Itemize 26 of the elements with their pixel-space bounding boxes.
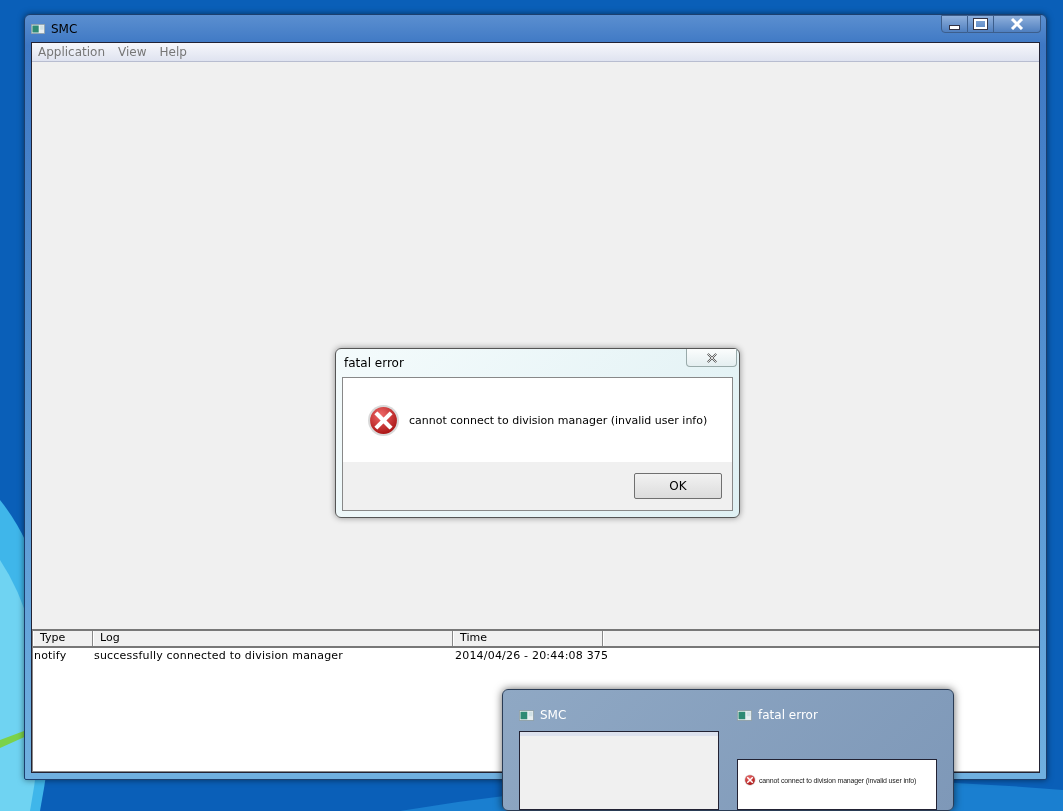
column-header[interactable]: Type (33, 631, 93, 646)
error-icon (367, 403, 400, 437)
error-icon (744, 774, 756, 786)
dialog-message: cannot connect to division manager (invalid user info) (409, 413, 708, 427)
window-icon (31, 23, 45, 34)
column-header[interactable]: Time (453, 631, 603, 646)
ok-button[interactable]: OK (634, 473, 722, 499)
close-button[interactable] (686, 349, 737, 367)
thumbnail-title: fatal error (758, 708, 818, 722)
close-button[interactable] (994, 15, 1041, 33)
table-cell-text: notify (33, 648, 68, 663)
window-icon (737, 709, 752, 721)
window-title: SMC (51, 21, 79, 36)
minimize-button[interactable] (941, 15, 968, 33)
menu-item[interactable]: View (118, 45, 154, 59)
table-cell-text: successfully connected to division manager (93, 648, 345, 663)
window-thumbnail[interactable] (519, 731, 719, 810)
maximize-button[interactable] (968, 15, 994, 33)
close-icon (1010, 18, 1024, 30)
close-icon (705, 352, 718, 363)
menu-item[interactable]: Help (159, 45, 194, 59)
thumbnail-title: SMC (540, 708, 567, 722)
column-header[interactable]: Log (93, 631, 453, 646)
menu-item[interactable]: Application (38, 45, 113, 59)
window-icon (519, 709, 534, 721)
dialog-title: fatal error (344, 356, 405, 370)
